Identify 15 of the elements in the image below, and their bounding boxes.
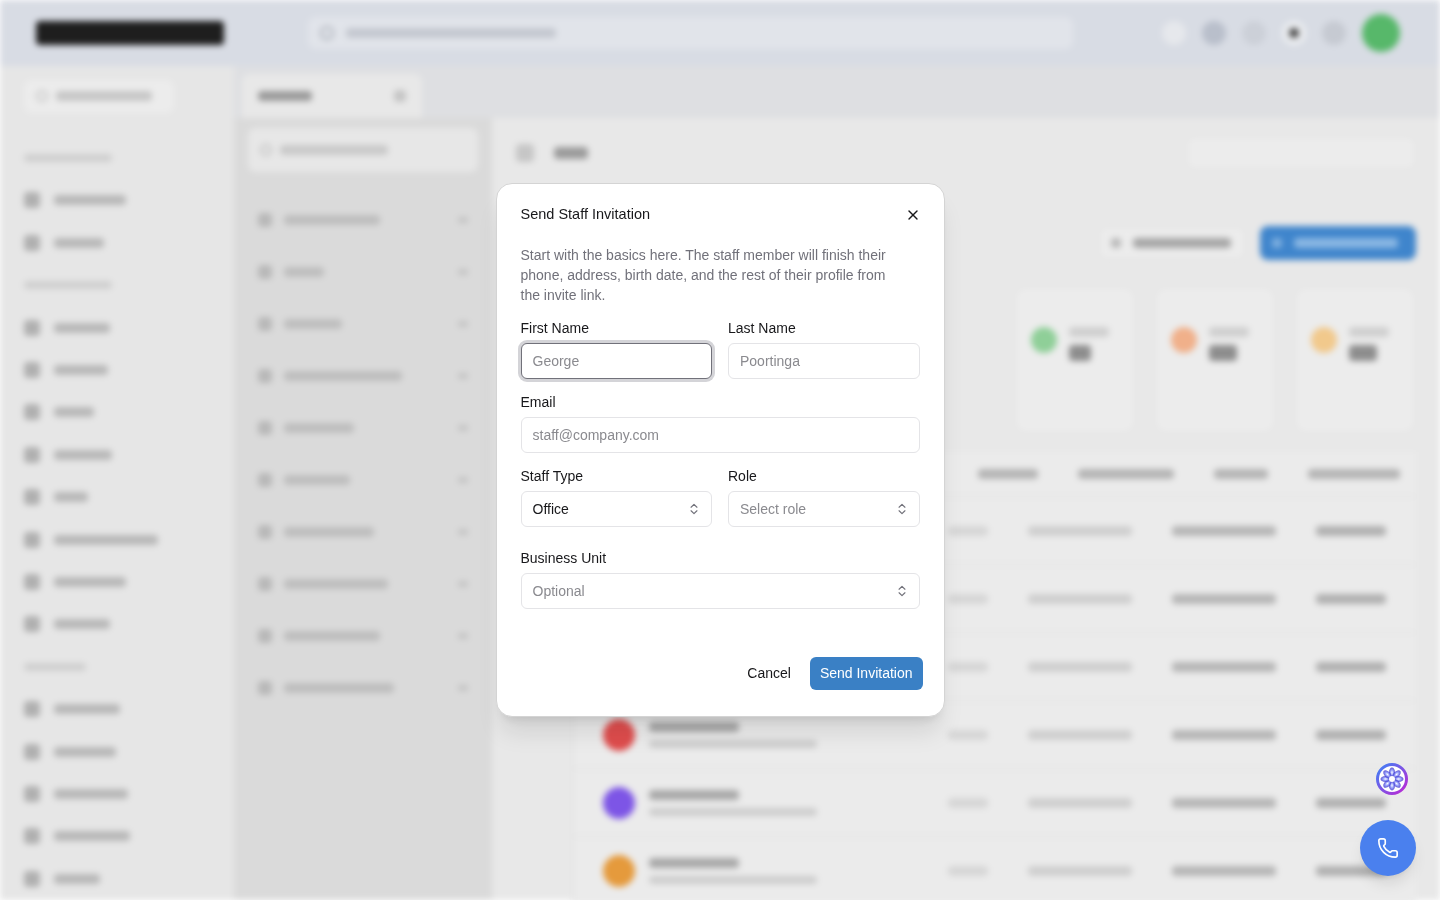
field-label: Business Unit: [520, 549, 608, 567]
cancel-button[interactable]: Cancel: [737, 657, 801, 690]
field-label: Last Name: [728, 319, 797, 337]
select-field[interactable]: Office: [520, 491, 712, 527]
send-invitation-button[interactable]: Send Invitation: [809, 657, 923, 690]
select-field[interactable]: Optional: [520, 573, 920, 609]
select-field[interactable]: Select role: [728, 491, 920, 527]
dialog-description: Start with the basics here. The staff member will finish their phone, address, birth date, and the rest of their profile from the invite link.: [520, 246, 887, 305]
phone-icon: [1377, 837, 1399, 859]
dialog-title: Send Staff Invitation: [520, 205, 651, 225]
field-label: Role: [728, 467, 758, 485]
field-label: Email: [520, 393, 557, 411]
field-label: Staff Type: [520, 467, 585, 485]
text-input-field[interactable]: George: [520, 343, 712, 379]
field-label: First Name: [520, 319, 590, 337]
